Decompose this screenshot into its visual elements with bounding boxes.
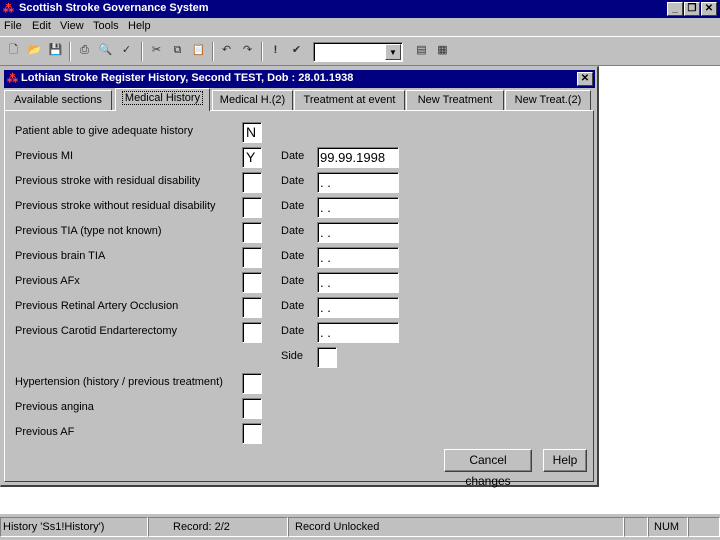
- field-label: Previous TIA (type not known): [15, 225, 162, 237]
- field-label: Previous stroke without residual disabil…: [15, 200, 216, 212]
- previous-tia-date[interactable]: . .: [317, 222, 399, 243]
- history-adequate-field[interactable]: N: [242, 122, 262, 143]
- previous-stroke-no-residual-field[interactable]: [242, 197, 262, 218]
- status-empty: [688, 517, 720, 537]
- field-label: Patient able to give adequate history: [15, 125, 193, 137]
- child-window: ⁂ Lothian Stroke Register History, Secon…: [0, 66, 599, 488]
- save-icon[interactable]: 💾: [45, 41, 66, 62]
- status-num: NUM: [648, 517, 688, 537]
- restore-button[interactable]: ❐: [684, 2, 700, 16]
- previous-mi-field[interactable]: Y: [242, 147, 262, 168]
- previous-tia-field[interactable]: [242, 222, 262, 243]
- field-label: Previous angina: [15, 401, 94, 413]
- menu-file[interactable]: File: [4, 20, 22, 32]
- minimize-button[interactable]: _: [667, 2, 683, 16]
- field-label: Previous AFx: [15, 275, 80, 287]
- menu-edit[interactable]: Edit: [32, 20, 51, 32]
- tab-available-sections[interactable]: Available sections: [4, 90, 112, 110]
- open-icon[interactable]: 📂: [24, 41, 45, 62]
- tab-medical-history[interactable]: Medical History: [115, 88, 210, 111]
- spellcheck-icon[interactable]: ✓: [116, 41, 137, 62]
- menu-tools[interactable]: Tools: [93, 20, 119, 32]
- previous-retinal-occlusion-date[interactable]: . .: [317, 297, 399, 318]
- previous-stroke-residual-field[interactable]: [242, 172, 262, 193]
- field-label: Previous MI: [15, 150, 74, 162]
- help-button[interactable]: Help: [543, 449, 587, 472]
- date-label: Date: [281, 200, 305, 212]
- paste-icon[interactable]: 📋: [188, 41, 209, 62]
- menu-bar: File Edit View Tools Help: [0, 18, 720, 36]
- status-bar: History 'Ss1!History') Record: 2/2 Recor…: [0, 513, 720, 540]
- redo-icon[interactable]: ↷: [237, 41, 258, 62]
- field-label: Previous Carotid Endarterectomy: [15, 325, 178, 337]
- toolbar-combo[interactable]: ▼: [313, 42, 403, 62]
- app-title: Scottish Stroke Governance System: [19, 2, 209, 14]
- print-icon[interactable]: ⎙: [74, 41, 95, 62]
- previous-stroke-residual-date[interactable]: . .: [317, 172, 399, 193]
- cancel-changes-button[interactable]: Cancel changes: [444, 449, 532, 488]
- tab-medical-h2[interactable]: Medical H.(2): [212, 90, 293, 110]
- previous-retinal-occlusion-field[interactable]: [242, 297, 262, 318]
- child-title: Lothian Stroke Register History, Second …: [21, 72, 354, 84]
- date-label: Date: [281, 275, 305, 287]
- previous-brain-tia-field[interactable]: [242, 247, 262, 268]
- child-title-bar: ⁂ Lothian Stroke Register History, Secon…: [4, 70, 595, 88]
- previous-stroke-no-residual-date[interactable]: . .: [317, 197, 399, 218]
- toolbar: 🗋 📂 💾 ⎙ 🔍 ✓ ✂ ⧉ 📋 ↶ ↷ ! ✔ ▼ ▤ ▦: [0, 36, 720, 66]
- date-label: Date: [281, 175, 305, 187]
- print-preview-icon[interactable]: 🔍: [95, 41, 116, 62]
- field-label: Previous AF: [15, 426, 75, 438]
- check-icon[interactable]: ✔: [286, 41, 307, 62]
- cut-icon[interactable]: ✂: [146, 41, 167, 62]
- date-label: Date: [281, 300, 305, 312]
- previous-carotid-field[interactable]: [242, 322, 262, 343]
- previous-mi-date[interactable]: 99.99.1998: [317, 147, 399, 168]
- status-empty: [624, 517, 648, 537]
- chevron-down-icon[interactable]: ▼: [385, 44, 401, 60]
- app-title-bar: ⁂ Scottish Stroke Governance System _ ❐ …: [0, 0, 720, 18]
- toolbar-separator: [141, 42, 143, 61]
- menu-help[interactable]: Help: [128, 20, 151, 32]
- status-record: Record: 2/2: [148, 517, 288, 537]
- child-close-button[interactable]: ✕: [577, 72, 593, 86]
- status-history: History 'Ss1!History'): [0, 517, 148, 537]
- date-label: Date: [281, 250, 305, 262]
- close-button[interactable]: ✕: [701, 2, 717, 16]
- tab-treatment-at-event[interactable]: Treatment at event: [294, 90, 405, 110]
- previous-af-field[interactable]: [242, 423, 262, 444]
- date-label: Date: [281, 150, 305, 162]
- status-lock: Record Unlocked: [288, 517, 624, 537]
- new-icon[interactable]: 🗋: [3, 41, 24, 62]
- side-label: Side: [281, 350, 304, 362]
- previous-brain-tia-date[interactable]: . .: [317, 247, 399, 268]
- previous-carotid-date[interactable]: . .: [317, 322, 399, 343]
- previous-afx-date[interactable]: . .: [317, 272, 399, 293]
- tab-page-medical-history: Patient able to give adequate history N …: [4, 110, 594, 488]
- form-icon: ⁂: [7, 73, 18, 85]
- menu-view[interactable]: View: [60, 20, 84, 32]
- tab-new-treat2[interactable]: New Treat.(2): [505, 90, 591, 110]
- tab-new-treatment[interactable]: New Treatment: [406, 90, 504, 110]
- previous-angina-field[interactable]: [242, 398, 262, 419]
- field-label: Hypertension (history / previous treatme…: [15, 376, 223, 388]
- exclamation-icon[interactable]: !: [265, 41, 286, 62]
- view-icon-2[interactable]: ▦: [432, 41, 453, 62]
- previous-afx-field[interactable]: [242, 272, 262, 293]
- date-label: Date: [281, 325, 305, 337]
- field-label: Previous brain TIA: [15, 250, 106, 262]
- field-label: Previous stroke with residual disability: [15, 175, 201, 187]
- undo-icon[interactable]: ↶: [216, 41, 237, 62]
- copy-icon[interactable]: ⧉: [167, 41, 188, 62]
- toolbar-separator: [212, 42, 214, 61]
- hypertension-field[interactable]: [242, 373, 262, 394]
- field-label: Previous Retinal Artery Occlusion: [15, 300, 179, 312]
- toolbar-separator: [261, 42, 263, 61]
- carotid-side-field[interactable]: [317, 347, 337, 368]
- app-logo-icon: ⁂: [3, 3, 14, 15]
- date-label: Date: [281, 225, 305, 237]
- toolbar-separator: [69, 42, 71, 61]
- view-icon-1[interactable]: ▤: [411, 41, 432, 62]
